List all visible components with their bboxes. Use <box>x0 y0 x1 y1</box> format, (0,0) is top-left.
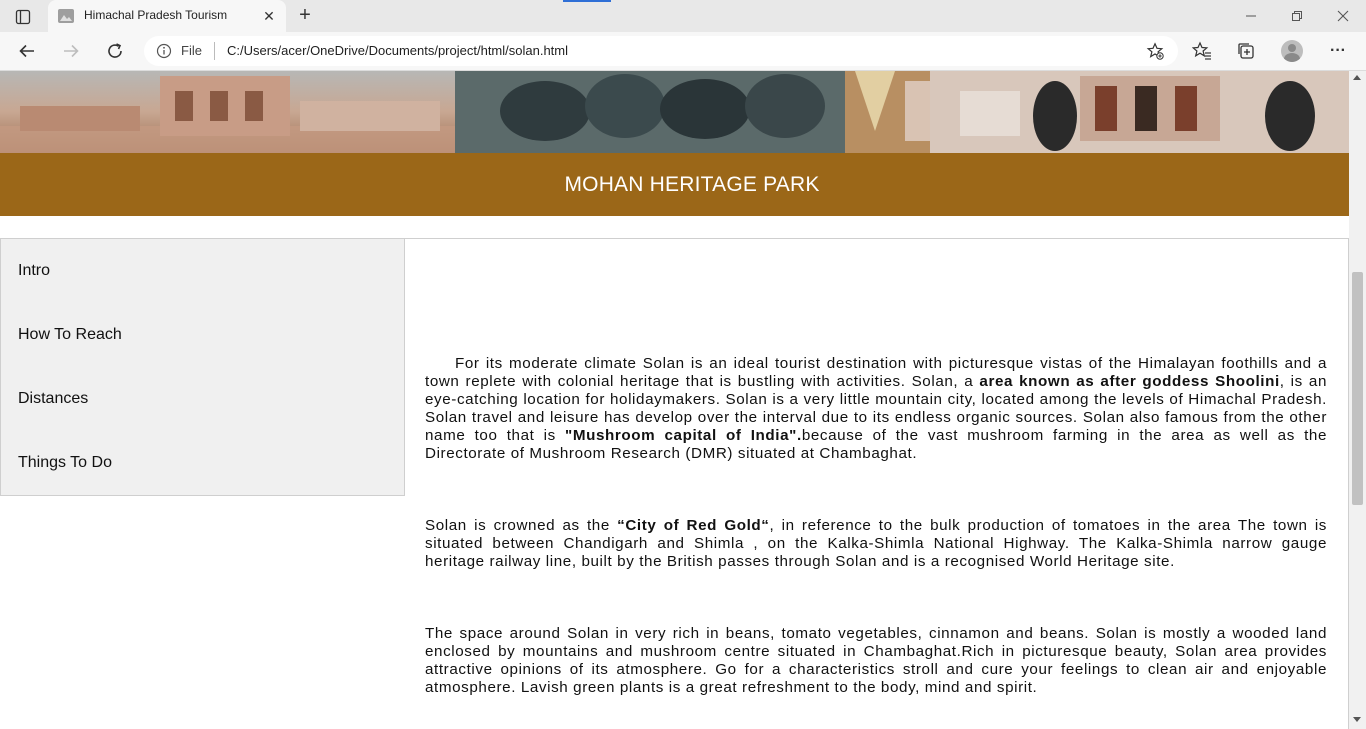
close-window-button[interactable] <box>1320 4 1366 28</box>
horses-sculpture-illustration <box>455 71 930 153</box>
paragraph-intro: For its moderate climate Solan is an ide… <box>425 355 1327 463</box>
banner-image <box>0 71 1349 153</box>
address-separator <box>214 42 215 60</box>
forward-button[interactable] <box>58 39 84 63</box>
sidebar-item-intro[interactable]: Intro <box>18 262 50 280</box>
paragraph-red-gold: Solan is crowned as the “City of Red Gol… <box>425 517 1327 571</box>
paragraph-surroundings: The space around Solan in very rich in b… <box>425 625 1327 696</box>
scrollbar-thumb[interactable] <box>1352 272 1363 505</box>
profile-avatar-icon[interactable] <box>1281 40 1303 62</box>
info-icon[interactable] <box>156 43 172 59</box>
collections-icon <box>1238 43 1254 59</box>
tab-actions-icon <box>15 9 31 25</box>
banner-image-left <box>0 71 455 153</box>
minimize-icon <box>1246 15 1256 17</box>
vertical-scrollbar[interactable] <box>1349 71 1366 729</box>
forward-arrow-icon <box>64 44 79 58</box>
tab-close-icon[interactable]: ✕ <box>260 7 278 25</box>
favorites-button[interactable] <box>1191 40 1213 62</box>
page-viewport: MOHAN HERITAGE PARK Intro How To Reach D… <box>0 71 1349 729</box>
tab-strip: Himachal Pradesh Tourism ✕ + <box>0 0 1366 32</box>
url-text[interactable]: C:/Users/acer/OneDrive/Documents/project… <box>227 43 568 58</box>
back-arrow-icon <box>19 44 34 58</box>
minimize-button[interactable] <box>1228 4 1274 28</box>
browser-toolbar: File C:/Users/acer/OneDrive/Documents/pr… <box>0 32 1366 71</box>
sidebar-item-things-to-do[interactable]: Things To Do <box>18 454 112 472</box>
close-icon <box>1337 10 1349 22</box>
restore-button[interactable] <box>1274 4 1320 28</box>
settings-more-button[interactable]: ··· <box>1327 40 1349 62</box>
address-scheme-label: File <box>181 43 202 58</box>
p1-bold-goddess: area known as after goddess Shoolini <box>979 373 1280 390</box>
banner-title: MOHAN HERITAGE PARK <box>564 173 820 196</box>
sidebar-nav: Intro How To Reach Distances Things To D… <box>0 238 405 496</box>
tab-title: Himachal Pradesh Tourism <box>84 8 228 22</box>
temple-illustration <box>0 76 455 153</box>
back-button[interactable] <box>14 39 40 63</box>
scroll-down-icon[interactable] <box>1353 717 1361 722</box>
hero-banner: MOHAN HERITAGE PARK <box>0 71 1349 216</box>
banner-image-center <box>455 71 930 153</box>
drag-indicator <box>563 0 611 2</box>
p1-bold-mushroom: "Mushroom capital of India". <box>565 427 802 444</box>
collections-button[interactable] <box>1235 40 1257 62</box>
sidebar-item-distances[interactable]: Distances <box>18 390 88 408</box>
tab-actions-button[interactable] <box>8 6 38 28</box>
sidebar-item-how-to-reach[interactable]: How To Reach <box>18 326 122 344</box>
new-tab-button[interactable]: + <box>294 5 316 27</box>
p2-bold-red-gold: “City of Red Gold“ <box>617 517 770 534</box>
page-favicon-icon <box>58 9 74 23</box>
favorites-icon <box>1192 41 1211 60</box>
browser-tab[interactable]: Himachal Pradesh Tourism ✕ <box>48 0 286 32</box>
add-favorite-icon[interactable] <box>1146 42 1164 60</box>
banner-image-right <box>930 71 1349 153</box>
scroll-up-icon[interactable] <box>1353 75 1361 80</box>
address-bar[interactable]: File C:/Users/acer/OneDrive/Documents/pr… <box>144 36 1178 66</box>
reload-button[interactable] <box>102 39 128 63</box>
heritage-building-illustration <box>930 71 1349 153</box>
reload-icon <box>108 43 122 58</box>
restore-icon <box>1292 11 1302 21</box>
main-content: For its moderate climate Solan is an ide… <box>404 238 1349 729</box>
p2-text-a: Solan is crowned as the <box>425 517 618 534</box>
